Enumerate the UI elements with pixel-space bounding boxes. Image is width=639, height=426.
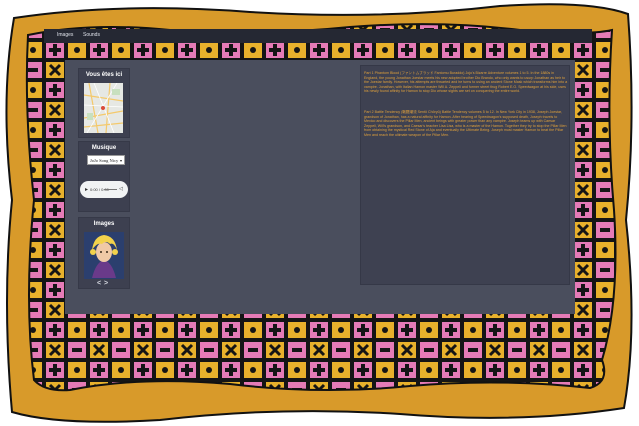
carousel-next-button[interactable]: >	[104, 280, 108, 287]
play-icon[interactable]: ▸	[85, 186, 88, 193]
track-select-value: JoJo Song Nicy	[90, 158, 119, 163]
story-paragraph-1: Part 1 Phantom Blood (ファントムブラッド Fantomu …	[364, 71, 568, 93]
map-pin-icon	[101, 106, 105, 110]
top-navbar: Images Sounds	[44, 29, 592, 43]
music-widget: Musique	[79, 142, 129, 211]
nav-link-sounds[interactable]: Sounds	[83, 32, 100, 38]
audio-progress-bar[interactable]	[104, 189, 117, 190]
map-image	[84, 83, 123, 133]
images-widget-title: Images	[93, 221, 115, 227]
audio-player[interactable]: ▸ 0:00 / 0:00 ◁	[80, 181, 128, 198]
chevron-down-icon: ▾	[119, 158, 122, 163]
music-widget-title: Musique	[91, 145, 117, 151]
story-paragraph-2: Part 2 Battle Tendency (戦闘潮流 Sentō Chōry…	[364, 110, 567, 137]
location-widget-title: Vous êtes ici	[85, 72, 123, 78]
location-map[interactable]	[84, 83, 123, 133]
track-select[interactable]: JoJo Song Nicy ▾	[87, 155, 125, 165]
carousel-prev-button[interactable]: <	[97, 280, 101, 287]
character-image	[84, 232, 124, 279]
volume-icon[interactable]: ◁	[119, 186, 123, 192]
nav-link-images[interactable]: Images	[57, 32, 73, 38]
